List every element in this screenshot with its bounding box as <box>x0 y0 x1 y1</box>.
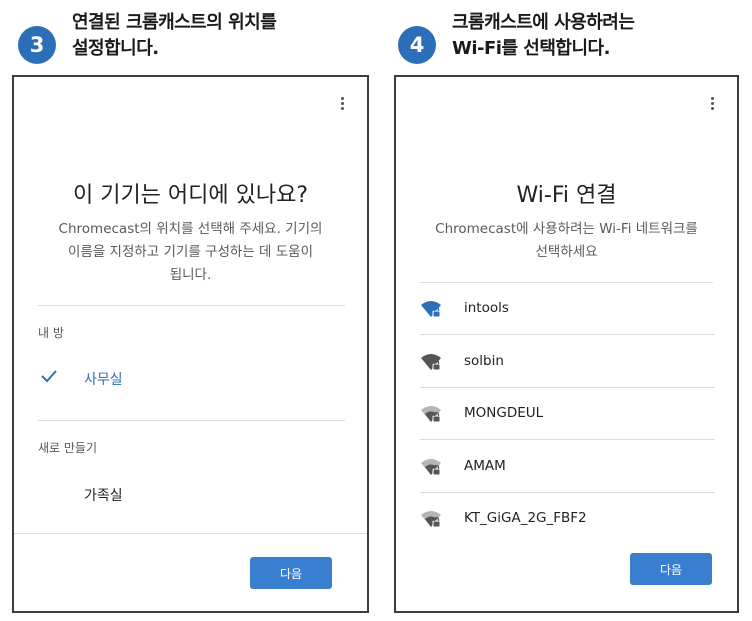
wifi-network-name: AMAM <box>464 457 506 474</box>
divider <box>14 533 367 534</box>
screen-title: Wi-Fi 연결 <box>516 183 617 208</box>
room-label: 사무실 <box>84 372 123 388</box>
wifi-network-name: MONGDEUL <box>464 405 544 421</box>
step-number-badge: 3 <box>18 26 56 64</box>
wifi-lock-icon <box>421 301 441 318</box>
screen-description: Chromecast의 위치를 선택해 주세요. 기기의 이름을 지정하고 기기… <box>28 218 353 287</box>
screen-description: Chromecast에 사용하려는 Wi-Fi 네트워크를 선택하세요 <box>406 218 727 264</box>
description-line: 이름을 지정하고 기기를 구성하는 데 도움이 <box>67 244 314 260</box>
wifi-lock-icon <box>421 458 441 475</box>
step-title-line: 설정합니다. <box>72 38 159 59</box>
checkmark-icon <box>41 370 57 383</box>
more-options-icon[interactable] <box>710 97 715 112</box>
description-line: Chromecast의 위치를 선택해 주세요. 기기의 <box>58 221 323 237</box>
wifi-network-name: intools <box>464 300 509 316</box>
wifi-network-item[interactable]: solbin <box>420 336 715 388</box>
step-title-line: Wi-Fi를 선택합니다. <box>452 38 610 59</box>
description-line: 선택하세요 <box>535 244 598 260</box>
wifi-lock-icon <box>421 353 441 370</box>
divider <box>38 305 345 306</box>
step-title: 연결된 크롬캐스트의 위치를 설정합니다. <box>72 10 277 62</box>
next-button[interactable]: 다음 <box>250 557 332 589</box>
wifi-network-item[interactable]: MONGDEUL <box>420 388 715 440</box>
wifi-screen: Wi-Fi 연결 Chromecast에 사용하려는 Wi-Fi 네트워크를 선… <box>394 75 739 613</box>
wifi-lock-icon <box>421 406 441 423</box>
wifi-network-name: solbin <box>464 352 504 369</box>
wifi-network-item[interactable]: intools <box>420 283 715 335</box>
wifi-network-item[interactable]: KT_GiGA_2G_FBF2 <box>420 493 715 545</box>
step-title-line: 연결된 크롬캐스트의 위치를 <box>72 12 277 33</box>
step-title-line: 크롬캐스트에 사용하려는 <box>452 12 635 33</box>
section-label-create-new: 새로 만들기 <box>38 441 98 455</box>
divider <box>38 420 345 421</box>
screen-title: 이 기기는 어디에 있나요? <box>72 183 309 208</box>
room-option-office[interactable]: 사무실 <box>14 357 367 401</box>
wifi-network-item[interactable]: AMAM <box>420 441 715 493</box>
location-screen: 이 기기는 어디에 있나요? Chromecast의 위치를 선택해 주세요. … <box>12 75 369 613</box>
description-line: 됩니다. <box>169 267 212 283</box>
next-button[interactable]: 다음 <box>630 553 712 585</box>
room-option-family-room[interactable]: 가족실 <box>14 473 367 517</box>
step-title: 크롬캐스트에 사용하려는 Wi-Fi를 선택합니다. <box>452 10 635 62</box>
step-4-heading: 4 크롬캐스트에 사용하려는 Wi-Fi를 선택합니다. <box>398 6 748 72</box>
step-number-badge: 4 <box>398 26 436 64</box>
room-label: 가족실 <box>84 488 123 504</box>
wifi-lock-icon <box>421 511 441 528</box>
step-3-heading: 3 연결된 크롬캐스트의 위치를 설정합니다. <box>18 6 368 72</box>
description-line: Chromecast에 사용하려는 Wi-Fi 네트워크를 <box>435 221 698 237</box>
wifi-network-name: KT_GiGA_2G_FBF2 <box>464 510 587 526</box>
section-label-my-room: 내 방 <box>38 326 64 340</box>
more-options-icon[interactable] <box>340 97 345 112</box>
